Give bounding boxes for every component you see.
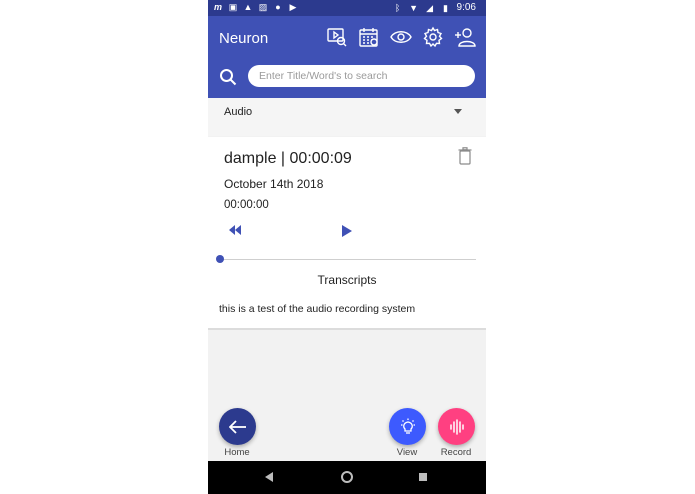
seek-thumb[interactable]: [216, 255, 224, 263]
home-button[interactable]: [219, 408, 256, 445]
warning-icon: ▲: [243, 2, 253, 12]
recents-icon[interactable]: [419, 473, 427, 481]
recording-title: dample | 00:00:09: [224, 150, 352, 167]
back-icon[interactable]: [265, 472, 273, 482]
app-title: Neuron: [219, 30, 269, 47]
recording-card: dample | 00:00:09 October 14th 2018 00:0…: [208, 137, 486, 330]
youtube-icon: ▶: [289, 2, 297, 12]
view-label: View: [396, 447, 418, 458]
arrow-left-icon: [228, 419, 246, 434]
phone-screen: m ▣ ▲ ▨ ● ▶ ᛒ ▼ ◢ ▮ 9:06 Neuron Enter Ti…: [208, 0, 486, 494]
app-bar: Neuron: [208, 16, 486, 98]
transcripts-heading: Transcripts: [317, 273, 377, 287]
lightbulb-icon: [400, 418, 415, 434]
view-button[interactable]: [389, 408, 426, 445]
record-label: Record: [440, 447, 472, 458]
bluetooth-icon: ᛒ: [394, 2, 401, 13]
wifi-icon: ▼: [409, 2, 418, 13]
sim-icon: ▣: [228, 2, 238, 12]
battery-icon: ▮: [443, 2, 448, 13]
home-label: Home: [224, 447, 250, 458]
dropdown-selected-value: Audio: [224, 106, 253, 118]
calendar-icon[interactable]: [358, 26, 380, 48]
app-notification-icon: m: [213, 2, 222, 12]
gear-icon[interactable]: [422, 26, 444, 48]
trash-icon[interactable]: [458, 147, 472, 165]
search-input[interactable]: [248, 65, 475, 87]
add-person-icon[interactable]: [454, 26, 476, 48]
rewind-icon[interactable]: [229, 225, 241, 235]
transcript-text: this is a test of the audio recording sy…: [219, 303, 416, 315]
home-circle-icon[interactable]: [341, 471, 353, 483]
recording-date: October 14th 2018: [224, 177, 324, 191]
status-bar: m ▣ ▲ ▨ ● ▶ ᛒ ▼ ◢ ▮ 9:06: [208, 0, 486, 16]
playback-time: 00:00:00: [224, 199, 269, 211]
dropdown-arrow-icon: [454, 109, 462, 114]
signal-icon: ◢: [426, 2, 433, 13]
search-icon[interactable]: [219, 68, 237, 86]
system-nav-bar: [208, 461, 486, 494]
type-filter-dropdown[interactable]: Audio: [208, 98, 486, 136]
audio-wave-icon: [449, 418, 464, 435]
image-icon: ▨: [258, 2, 268, 12]
record-button[interactable]: [438, 408, 475, 445]
eye-icon[interactable]: [390, 26, 412, 48]
play-icon[interactable]: [342, 225, 352, 237]
circle-icon: ●: [275, 2, 281, 12]
seek-bar[interactable]: [216, 255, 476, 263]
video-search-icon[interactable]: [326, 26, 348, 48]
status-time: 9:06: [456, 2, 476, 13]
